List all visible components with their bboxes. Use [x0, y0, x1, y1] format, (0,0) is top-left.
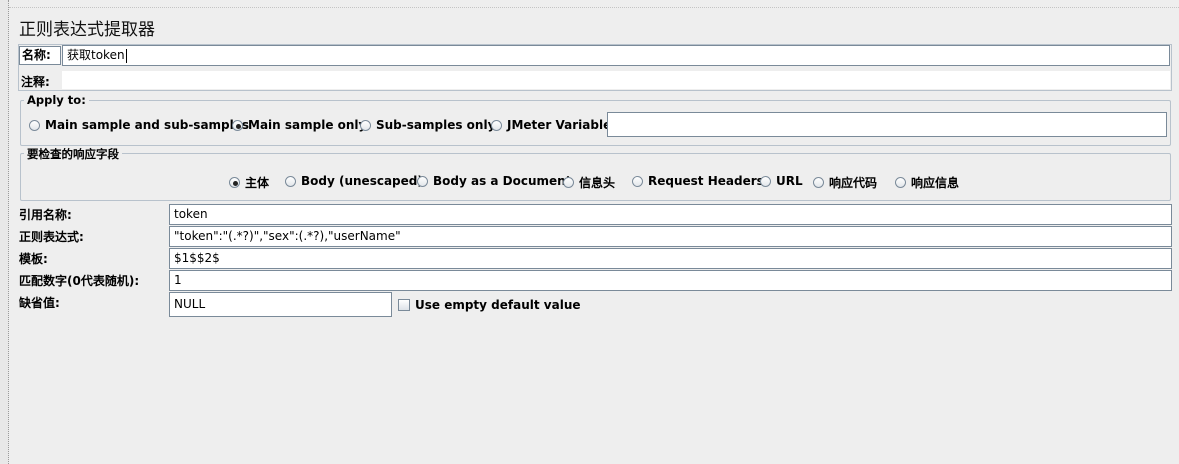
regex-label: 正则表达式: — [19, 230, 84, 244]
text-cursor — [125, 48, 127, 63]
radio-circle — [29, 119, 40, 131]
radio-circle — [813, 177, 824, 188]
radio-label: Main sample and sub-samples — [45, 118, 250, 132]
radio-label: Request Headers — [648, 174, 764, 188]
radio-body-as-document[interactable]: Body as a Document — [417, 174, 571, 188]
radio-jmeter-variable[interactable]: JMeter Variable — [491, 118, 611, 132]
name-input[interactable]: 获取token — [62, 45, 1170, 66]
radio-main-sample-only[interactable]: Main sample only — [232, 118, 366, 132]
jmeter-variable-input[interactable] — [607, 112, 1167, 137]
use-empty-default-checkbox[interactable]: Use empty default value — [398, 298, 581, 312]
radio-circle — [285, 175, 296, 187]
radio-circle — [895, 177, 906, 188]
radio-circle — [760, 175, 771, 187]
radio-sub-samples-only[interactable]: Sub-samples only — [360, 118, 495, 132]
name-label-box: 名称: — [19, 46, 61, 65]
radio-label: 信息头 — [579, 176, 616, 190]
radio-label: Main sample only — [248, 118, 367, 132]
radio-label: JMeter Variable — [507, 118, 612, 132]
default-value-input[interactable]: NULL — [169, 292, 392, 317]
name-value: 获取token — [67, 48, 125, 62]
radio-request-headers[interactable]: Request Headers — [632, 174, 764, 188]
name-label: 名称: — [22, 48, 51, 62]
reference-name-input[interactable]: token — [169, 204, 1172, 225]
template-label: 模板: — [19, 252, 48, 266]
radio-circle — [632, 175, 643, 187]
radio-response-message[interactable]: 响应信息 — [895, 174, 959, 191]
radio-label: 主体 — [245, 176, 270, 190]
radio-response-code[interactable]: 响应代码 — [813, 174, 877, 191]
radio-circle — [417, 175, 428, 187]
radio-label: Body as a Document — [433, 174, 572, 188]
comment-label: 注释: — [21, 75, 50, 89]
top-divider — [9, 7, 1179, 8]
regex-input[interactable]: "token":"(.*?)","sex":(.*?),"userName" — [169, 226, 1172, 247]
match-no-label: 匹配数字(0代表随机): — [19, 274, 140, 288]
template-input[interactable]: $1$$2$ — [169, 248, 1172, 269]
radio-body[interactable]: 主体 — [229, 174, 269, 191]
radio-circle-selected — [229, 177, 240, 188]
radio-label: URL — [776, 174, 803, 188]
radio-circle — [360, 119, 371, 131]
left-panel-edge — [0, 0, 9, 464]
default-value-label: 缺省值: — [19, 296, 60, 310]
apply-to-legend: Apply to: — [24, 93, 89, 107]
radio-main-and-sub-samples[interactable]: Main sample and sub-samples — [29, 118, 249, 132]
radio-label: 响应代码 — [829, 176, 878, 190]
radio-body-unescaped[interactable]: Body (unescaped) — [285, 174, 423, 188]
checkbox-label: Use empty default value — [415, 298, 581, 312]
radio-label: Sub-samples only — [376, 118, 496, 132]
comment-input[interactable] — [62, 71, 1170, 89]
panel-title: 正则表达式提取器 — [19, 20, 155, 40]
radio-label: 响应信息 — [911, 176, 960, 190]
radio-label: Body (unescaped) — [301, 174, 423, 188]
radio-circle-selected — [232, 119, 243, 131]
match-no-input[interactable]: 1 — [169, 270, 1172, 291]
reference-name-label: 引用名称: — [19, 208, 72, 222]
radio-headers[interactable]: 信息头 — [563, 174, 615, 191]
radio-circle — [563, 177, 574, 188]
radio-url[interactable]: URL — [760, 174, 803, 188]
radio-circle — [491, 119, 502, 131]
field-to-check-legend: 要检查的响应字段 — [24, 146, 122, 162]
checkbox-box — [398, 299, 410, 311]
